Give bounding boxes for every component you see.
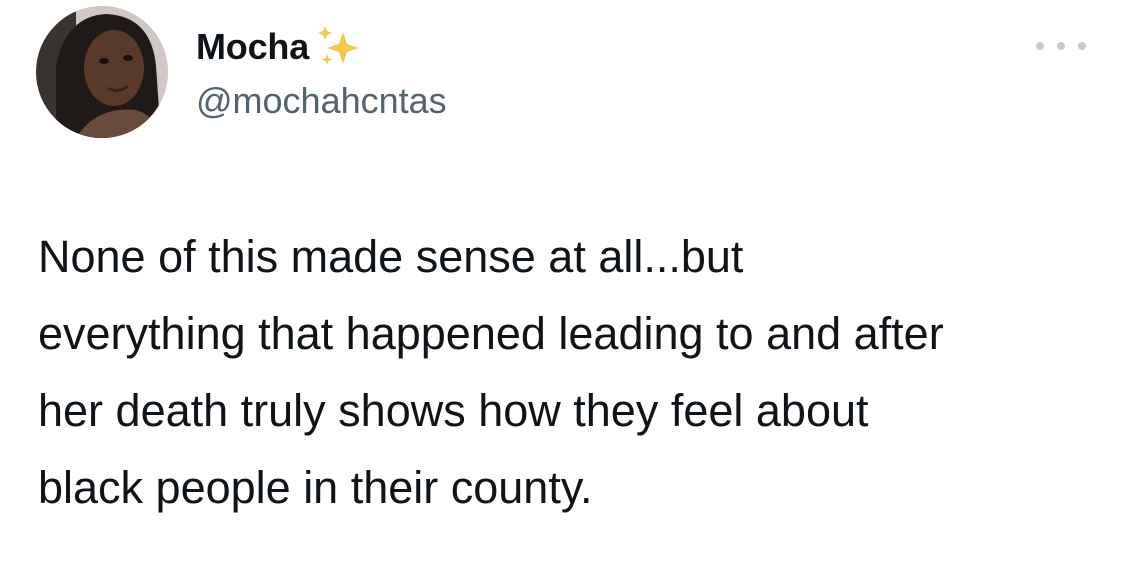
more-dot <box>1057 42 1065 50</box>
avatar[interactable] <box>36 6 168 138</box>
more-options-icon[interactable] <box>1036 36 1086 56</box>
tweet-card: Mocha @mochahcntas None of this made sen… <box>0 0 1125 562</box>
tweet-text: None of this made sense at all...but eve… <box>38 231 944 513</box>
avatar-image <box>36 6 168 138</box>
sparkles-icon <box>318 26 360 65</box>
more-dot <box>1078 42 1086 50</box>
user-handle[interactable]: @mochahcntas <box>196 80 447 122</box>
author-name-row[interactable]: Mocha <box>196 24 363 70</box>
display-name[interactable]: Mocha <box>196 26 309 68</box>
more-dot <box>1036 42 1044 50</box>
